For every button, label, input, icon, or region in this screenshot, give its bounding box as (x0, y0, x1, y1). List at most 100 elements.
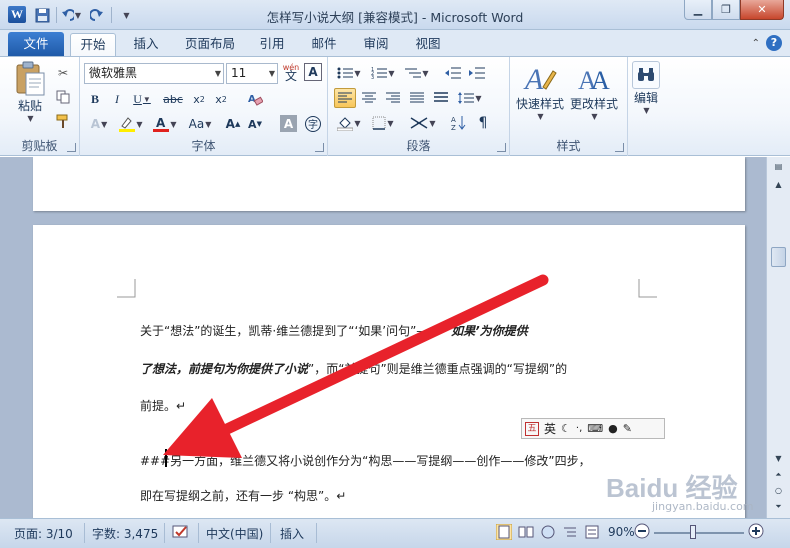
shading-button[interactable]: ▼ (334, 113, 364, 133)
ime-toolbar[interactable]: 五 英 ☾ ·, ⌨ ● ✎ (521, 418, 665, 439)
cut-button[interactable]: ✂ (52, 63, 74, 83)
bullets-button[interactable]: ▼ (334, 63, 364, 83)
previous-page-button[interactable]: ⏶ (771, 467, 786, 482)
minimize-ribbon-icon[interactable]: ⌃ (752, 38, 760, 49)
draft-view-button[interactable] (584, 524, 600, 543)
punctuation-icon[interactable]: ·, (576, 423, 582, 434)
print-layout-view-button[interactable] (495, 523, 513, 543)
shrink-font-button[interactable]: A ▼ (244, 114, 266, 134)
paragraph-launcher-icon[interactable] (497, 143, 506, 152)
decrease-indent-button[interactable] (442, 63, 464, 83)
font-launcher-icon[interactable] (315, 143, 324, 152)
sort-button[interactable]: AZ (448, 113, 470, 133)
language-indicator[interactable]: 中文(中国) (206, 525, 263, 542)
help-icon[interactable]: ? (766, 35, 782, 51)
underline-button[interactable]: U ▼ (128, 89, 156, 109)
tab-insert[interactable]: 插入 (124, 33, 168, 56)
tab-page-layout[interactable]: 页面布局 (178, 33, 242, 56)
quick-styles-button[interactable]: A 快速样式 ▼ (516, 61, 564, 121)
align-left-button[interactable] (334, 88, 356, 108)
tab-file[interactable]: 文件 (8, 32, 64, 56)
window-title: 怎样写小说大纲 [兼容模式] - Microsoft Word (266, 10, 524, 25)
grow-font-button[interactable]: A ▲ (222, 114, 244, 134)
pinyin-guide-button[interactable]: wén 文 (280, 62, 302, 82)
keyboard-icon[interactable]: ⌨ (587, 422, 603, 435)
tab-view[interactable]: 视图 (408, 33, 448, 56)
paste-icon (16, 61, 45, 96)
tab-mailings[interactable]: 邮件 (304, 33, 344, 56)
show-formatting-marks-button[interactable]: ¶ (472, 113, 494, 133)
proofing-icon[interactable] (172, 523, 190, 544)
borders-button[interactable]: ▼ (368, 113, 398, 133)
increase-indent-icon (469, 67, 485, 79)
paste-button[interactable]: 粘贴 ▼ (14, 61, 46, 123)
zoom-slider-track[interactable] (654, 532, 744, 534)
word-count[interactable]: 字数: 3,475 (92, 525, 158, 542)
copy-button[interactable] (52, 87, 74, 107)
document-area[interactable]: 关于“想法”的诞生，凯蒂·维兰德提到了“‘如果’问句”——“‘如果’为你提供 了… (0, 157, 766, 518)
bold-button[interactable]: B (84, 89, 106, 109)
close-button[interactable]: ✕ (740, 0, 784, 20)
justify-button[interactable] (406, 88, 428, 108)
character-shading-button[interactable]: A (280, 115, 297, 132)
zoom-out-button[interactable] (634, 523, 650, 542)
wrench-icon[interactable]: ✎ (623, 422, 632, 435)
vertical-scrollbar[interactable]: ▤ ▲ ▼ ⏶ ○ ⏷ (766, 157, 790, 518)
italic-button[interactable]: I (106, 89, 128, 109)
subscript-button[interactable]: x2 (188, 89, 210, 109)
format-painter-button[interactable] (52, 111, 74, 131)
close-icon: ✕ (757, 3, 767, 16)
paragraph-line-2: 了想法，前提句为你提供了小说”，而“前提句”则是维兰德重点强调的“写提纲”的 (140, 362, 568, 376)
strikethrough-button[interactable]: abc (160, 89, 186, 109)
line-spacing-button[interactable]: ▼ (454, 88, 486, 108)
chevron-down-icon: ▼ (27, 114, 34, 123)
user-icon[interactable]: ● (608, 422, 618, 435)
increase-indent-button[interactable] (466, 63, 488, 83)
text-effects-button[interactable]: A ▼ (84, 114, 114, 134)
multilevel-list-button[interactable]: ▼ (402, 63, 432, 83)
tab-references[interactable]: 引用 (252, 33, 292, 56)
zoom-level[interactable]: 90% (608, 525, 635, 539)
font-color-button[interactable]: A ▼ (150, 114, 180, 134)
full-screen-reading-button[interactable] (518, 524, 534, 543)
clear-formatting-button[interactable]: A (244, 89, 266, 109)
minimize-button[interactable]: ▁ (684, 0, 712, 20)
decrease-indent-icon (445, 67, 461, 79)
tab-review[interactable]: 审阅 (356, 33, 396, 56)
next-page-button[interactable]: ⏷ (771, 499, 786, 514)
change-styles-button[interactable]: AA 更改样式 ▼ (570, 61, 618, 121)
chinese-layout-button[interactable]: ▼ (408, 113, 438, 133)
font-name-combo[interactable]: 微软雅黑 ▼ (84, 63, 224, 84)
tab-home[interactable]: 开始 (70, 33, 116, 56)
character-border-button[interactable]: A (304, 63, 322, 81)
clipboard-launcher-icon[interactable] (67, 143, 76, 152)
scroll-up-button[interactable]: ▲ (771, 177, 786, 192)
zoom-in-button[interactable] (748, 523, 764, 542)
wubi-logo-icon[interactable]: 五 (525, 421, 539, 436)
numbering-button[interactable]: 1 2 3 ▼ (368, 63, 398, 83)
highlight-button[interactable]: ▼ (116, 114, 146, 134)
ruler-toggle-icon[interactable]: ▤ (771, 159, 786, 174)
enclose-characters-button[interactable]: 字 (302, 114, 324, 134)
line-spacing-icon (458, 92, 475, 104)
editing-button[interactable]: 编辑 ▼ (632, 61, 660, 115)
align-right-button[interactable] (382, 88, 404, 108)
moon-icon[interactable]: ☾ (561, 422, 571, 435)
ime-mode-toggle[interactable]: 英 (544, 420, 556, 437)
insert-mode-indicator[interactable]: 插入 (280, 525, 304, 542)
scroll-down-button[interactable]: ▼ (771, 451, 786, 466)
outline-view-button[interactable] (562, 524, 578, 543)
web-layout-button[interactable] (540, 524, 556, 543)
restore-button[interactable]: ❐ (712, 0, 740, 20)
page-count[interactable]: 页面: 3/10 (14, 525, 73, 542)
superscript-button[interactable]: x2 (210, 89, 232, 109)
align-center-button[interactable] (358, 88, 380, 108)
distributed-button[interactable] (430, 88, 452, 108)
font-size-combo[interactable]: 11 ▼ (226, 63, 278, 84)
browse-object-button[interactable]: ○ (771, 483, 786, 498)
quick-styles-icon: A (523, 63, 557, 95)
zoom-slider-thumb[interactable] (690, 525, 696, 539)
change-case-button[interactable]: Aa ▼ (184, 114, 216, 134)
styles-launcher-icon[interactable] (615, 143, 624, 152)
scroll-thumb[interactable] (771, 247, 786, 267)
